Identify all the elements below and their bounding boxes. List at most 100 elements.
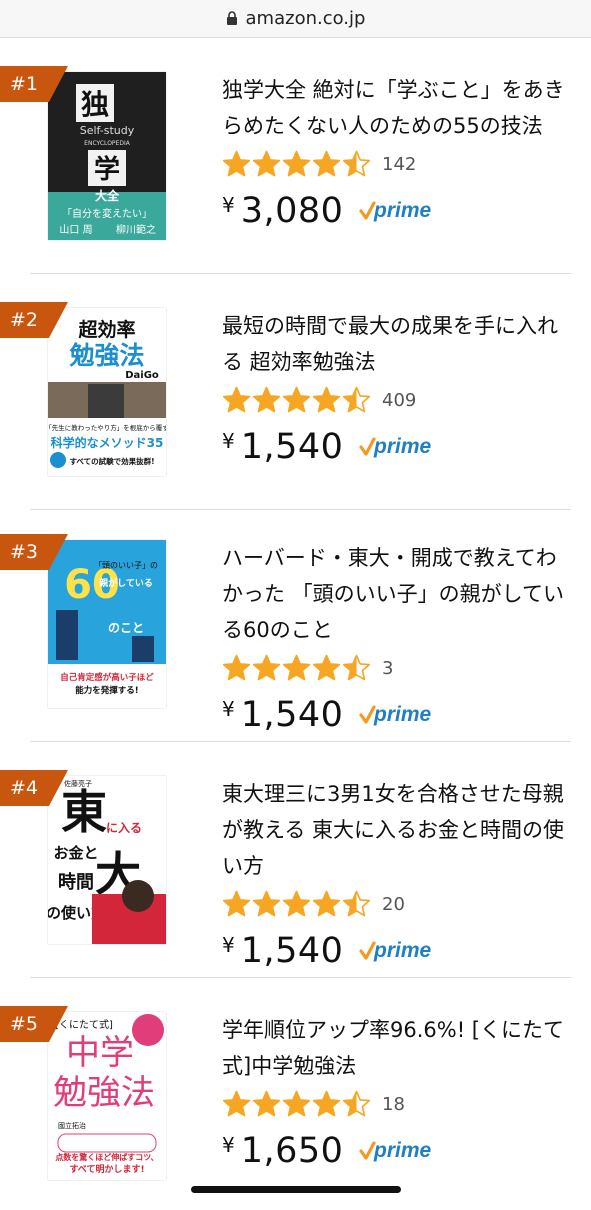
book-cover-image: 東大に入るお金と時間の使い方佐藤亮子 — [48, 776, 166, 944]
currency-symbol: ¥ — [222, 429, 235, 453]
currency-symbol: ¥ — [222, 193, 235, 217]
book-cover-image: 超効率勉強法DaiGo 「先生に教わったやり方」を根底から覆す科学的なメソッド35… — [48, 308, 166, 476]
star-icon — [282, 150, 311, 177]
prime-logo: prime — [359, 939, 432, 962]
price-row: ¥1,540 prime — [222, 424, 567, 470]
svg-text:DaiGo: DaiGo — [125, 370, 159, 381]
prime-check-icon — [359, 1141, 377, 1160]
product-title-link[interactable]: 東大理三に3男1女を合格させた母親が教える 東大に入るお金と時間の使い方 — [222, 776, 567, 884]
star-rating — [222, 654, 372, 682]
star-icon — [222, 1090, 251, 1117]
svg-text:に入る: に入る — [106, 821, 142, 835]
svg-text:自己肯定感が高い子ほど: 自己肯定感が高い子ほど — [60, 672, 154, 683]
price-row: ¥1,540 prime — [222, 928, 567, 974]
product-item[interactable]: #5 [くにたて式] 中学 勉強法 國立拓治 点数を驚くほど伸ばすコツ、 すべて明かします!… — [0, 978, 591, 1210]
product-thumbnail[interactable]: 超効率 勉強法 DaiGo 「先生に教わったやり方」を根底から覆す 科学的なメソッド35… — [48, 308, 166, 476]
star-icon — [342, 150, 371, 177]
svg-text:科学的なメソッド35: 科学的なメソッド35 — [51, 435, 164, 450]
star-icon — [282, 386, 311, 413]
star-icon — [222, 654, 251, 681]
star-icon — [342, 1090, 371, 1117]
prime-check-icon — [359, 437, 377, 456]
review-count: 142 — [382, 153, 417, 175]
svg-text:柳川範之: 柳川範之 — [116, 223, 156, 236]
star-icon — [312, 654, 341, 681]
rating-row[interactable]: 20 — [222, 888, 567, 920]
star-icon — [252, 890, 281, 917]
product-item[interactable]: #1 独 Self-study ENCYCLOPEDIA 学大全 「自分を変えたい」 山口 … — [0, 38, 591, 274]
star-icon — [312, 150, 341, 177]
price-row: ¥1,650 prime — [222, 1128, 567, 1174]
price: 1,540 — [240, 695, 344, 735]
product-item[interactable]: #3 60 「頭のいい子」の 親がしている のこと 自己肯定感が高い子ほど 能力を発揮する!… — [0, 506, 591, 742]
product-thumbnail[interactable]: 独 Self-study ENCYCLOPEDIA 学大全 「自分を変えたい」 山口 周 柳… — [48, 72, 166, 240]
price-row: ¥1,540 prime — [222, 692, 567, 738]
product-item[interactable]: #2 超効率 勉強法 DaiGo 「先生に教わったやり方」を根底から覆す 科学的なメソッド… — [0, 274, 591, 510]
product-title-link[interactable]: 独学大全 絶対に「学ぶこと」をあきらめたくない人のための55の技法 — [222, 72, 567, 144]
svg-text:勉強法: 勉強法 — [53, 1073, 155, 1113]
lock-icon — [226, 10, 237, 25]
product-item[interactable]: #4 東大に入る お金と 時間 の使い方 佐藤亮子 東大理三に3男1女を合格させた母親が教え… — [0, 742, 591, 978]
svg-text:学: 学 — [94, 154, 120, 185]
prime-badge: prime — [359, 197, 439, 225]
product-title-link[interactable]: 最短の時間で最大の成果を手に入れる 超効率勉強法 — [222, 308, 567, 380]
svg-text:超効率: 超効率 — [77, 318, 135, 341]
review-count: 3 — [382, 657, 394, 679]
product-title-link[interactable]: ハーバード・東大・開成で教えてわかった 「頭のいい子」の親がしている60のこと — [222, 540, 567, 648]
rating-row[interactable]: 18 — [222, 1088, 567, 1120]
svg-text:すべて明かします!: すべて明かします! — [69, 1164, 144, 1175]
svg-text:点数を驚くほど伸ばすコツ、: 点数を驚くほど伸ばすコツ、 — [55, 1152, 158, 1162]
star-icon — [312, 890, 341, 917]
product-info: 独学大全 絶対に「学ぶこと」をあきらめたくない人のための55の技法 142 ¥3,0… — [222, 72, 567, 234]
star-icon — [222, 386, 251, 413]
prime-logo: prime — [359, 703, 432, 726]
svg-text:國立拓治: 國立拓治 — [58, 1121, 86, 1130]
star-rating — [222, 150, 372, 178]
address-bar[interactable]: amazon.co.jp — [0, 0, 591, 38]
currency-symbol: ¥ — [222, 933, 235, 957]
star-rating — [222, 1090, 372, 1118]
prime-logo: prime — [359, 199, 432, 222]
prime-label: prime — [373, 939, 432, 962]
rating-row[interactable]: 142 — [222, 148, 567, 180]
price: 1,540 — [240, 931, 344, 971]
book-cover-image: 独 Self-study ENCYCLOPEDIA 学大全「自分を変えたい」山口 周 柳… — [48, 72, 166, 240]
star-icon — [252, 1090, 281, 1117]
product-thumbnail[interactable]: [くにたて式] 中学 勉強法國立拓治点数を驚くほど伸ばすコツ、 すべて明かします! — [48, 1012, 166, 1180]
currency-symbol: ¥ — [222, 1133, 235, 1157]
review-count: 409 — [382, 389, 417, 411]
prime-label: prime — [373, 703, 432, 726]
price: 1,650 — [240, 1131, 344, 1171]
svg-text:大全: 大全 — [95, 188, 120, 203]
rating-row[interactable]: 3 — [222, 652, 567, 684]
svg-text:「頭のいい子」の: 「頭のいい子」の — [94, 561, 158, 570]
svg-text:[くにたて式]: [くにたて式] — [55, 1018, 113, 1031]
product-info: 学年順位アップ率96.6%! [くにたて式]中学勉強法 18 ¥1,650 prime — [222, 1012, 567, 1174]
star-icon — [252, 386, 281, 413]
star-icon — [252, 150, 281, 177]
product-thumbnail[interactable]: 東大に入る お金と 時間 の使い方 佐藤亮子 — [48, 776, 166, 944]
svg-text:「先生に教わったやり方」を根底から覆す: 「先生に教わったやり方」を根底から覆す — [48, 423, 166, 432]
svg-text:中学: 中学 — [66, 1033, 134, 1073]
svg-text:お金と: お金と — [53, 844, 98, 862]
prime-label: prime — [373, 199, 432, 222]
svg-text:すべての試験で効果抜群!: すべての試験で効果抜群! — [69, 456, 154, 466]
star-icon — [342, 654, 371, 681]
prime-badge: prime — [359, 433, 439, 461]
svg-text:ENCYCLOPEDIA: ENCYCLOPEDIA — [84, 140, 131, 147]
prime-label: prime — [373, 435, 432, 458]
svg-text:佐藤亮子: 佐藤亮子 — [64, 779, 92, 788]
star-icon — [222, 890, 251, 917]
star-icon — [312, 1090, 341, 1117]
svg-text:親がしている: 親がしている — [99, 577, 153, 589]
star-icon — [222, 150, 251, 177]
rating-row[interactable]: 409 — [222, 384, 567, 416]
prime-badge: prime — [359, 1137, 439, 1165]
product-thumbnail[interactable]: 60 「頭のいい子」の 親がしている のこと 自己肯定感が高い子ほど 能力を発揮する! — [48, 540, 166, 708]
product-info: 最短の時間で最大の成果を手に入れる 超効率勉強法 409 ¥1,540 prime — [222, 308, 567, 470]
star-icon — [342, 890, 371, 917]
home-indicator[interactable] — [191, 1186, 401, 1193]
book-cover-image: 60「頭のいい子」の親がしているのこと自己肯定感が高い子ほど能力を発揮する! — [48, 540, 166, 708]
svg-text:山口 周: 山口 周 — [59, 224, 92, 236]
product-title-link[interactable]: 学年順位アップ率96.6%! [くにたて式]中学勉強法 — [222, 1012, 567, 1084]
